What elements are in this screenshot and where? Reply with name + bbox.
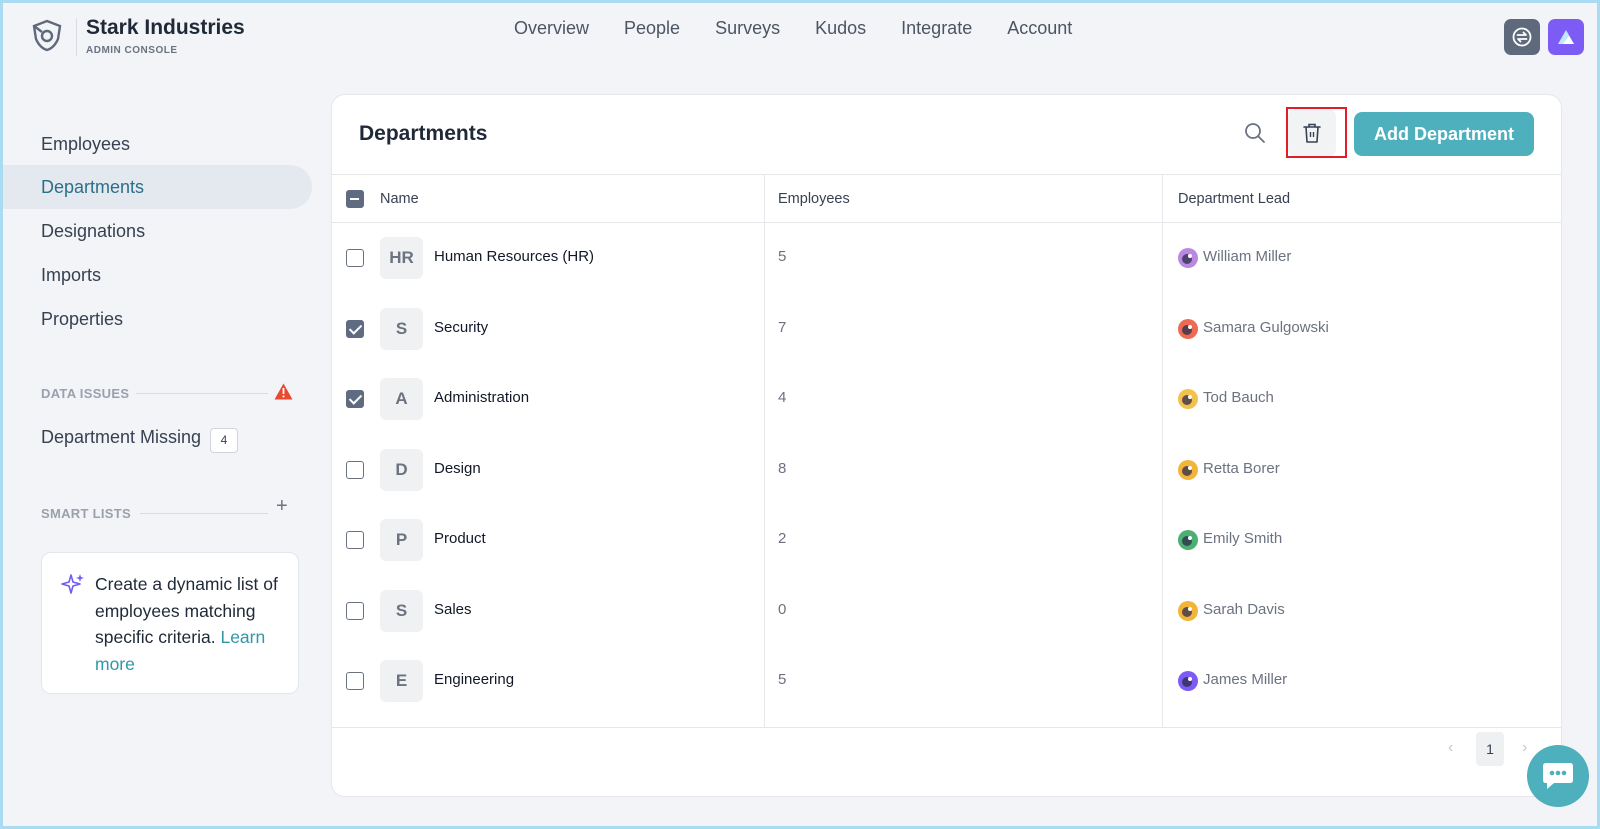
nav-people[interactable]: People bbox=[624, 18, 680, 39]
lead-avatar bbox=[1178, 530, 1198, 550]
search-icon[interactable] bbox=[1243, 121, 1267, 145]
employee-count: 2 bbox=[778, 530, 787, 547]
departments-card: Departments Add Department Name Employee… bbox=[331, 94, 1562, 797]
department-lead-name[interactable]: William Miller bbox=[1203, 248, 1291, 265]
column-header-name[interactable]: Name bbox=[380, 191, 419, 207]
department-name[interactable]: Administration bbox=[434, 389, 529, 406]
lead-avatar bbox=[1178, 671, 1198, 691]
top-navigation: Overview People Surveys Kudos Integrate … bbox=[514, 18, 1072, 39]
row-checkbox[interactable] bbox=[346, 601, 364, 620]
lead-avatar bbox=[1178, 459, 1198, 480]
select-all-checkbox[interactable] bbox=[346, 190, 364, 208]
nav-surveys[interactable]: Surveys bbox=[715, 18, 780, 39]
department-name[interactable]: Product bbox=[434, 530, 486, 547]
smart-list-card: Create a dynamic list of employees match… bbox=[41, 552, 299, 694]
chat-bubble-icon bbox=[1543, 763, 1573, 789]
row-checkbox[interactable] bbox=[346, 319, 364, 338]
department-lead-name[interactable]: Tod Bauch bbox=[1203, 389, 1274, 406]
row-checkbox[interactable] bbox=[346, 249, 364, 267]
department-name[interactable]: Security bbox=[434, 319, 488, 336]
nav-account[interactable]: Account bbox=[1007, 18, 1072, 39]
sidebar-item-employees[interactable]: Employees bbox=[0, 122, 312, 166]
warning-icon bbox=[274, 383, 293, 400]
add-smart-list-button[interactable]: + bbox=[276, 496, 288, 516]
department-initial-avatar: E bbox=[380, 660, 423, 702]
department-name[interactable]: Human Resources (HR) bbox=[434, 248, 594, 265]
employee-count: 5 bbox=[778, 248, 787, 265]
sidebar-item-designations[interactable]: Designations bbox=[0, 209, 312, 253]
employee-count: 7 bbox=[778, 318, 787, 336]
department-initial-avatar: D bbox=[380, 448, 423, 491]
row-checkbox[interactable] bbox=[346, 390, 364, 408]
sync-icon bbox=[1512, 27, 1532, 47]
nav-kudos[interactable]: Kudos bbox=[815, 18, 866, 39]
department-initial-avatar: A bbox=[380, 378, 423, 420]
brand-divider bbox=[76, 18, 77, 56]
table-row[interactable]: D Design 8 Retta Borer bbox=[332, 435, 1561, 505]
department-lead-name[interactable]: Retta Borer bbox=[1203, 460, 1280, 477]
department-lead-name[interactable]: James Miller bbox=[1203, 671, 1287, 688]
department-lead-name[interactable]: Emily Smith bbox=[1203, 530, 1282, 547]
table-row[interactable]: E Engineering 5 James Miller bbox=[332, 646, 1561, 716]
department-initial-avatar: S bbox=[380, 307, 423, 350]
lead-avatar bbox=[1178, 318, 1198, 339]
nav-overview[interactable]: Overview bbox=[514, 18, 589, 39]
chevron-left-icon[interactable]: ‹ bbox=[1448, 739, 1453, 757]
table-row[interactable]: A Administration 4 Tod Bauch bbox=[332, 364, 1561, 434]
user-avatar-button[interactable] bbox=[1548, 19, 1584, 55]
column-header-employees[interactable]: Employees bbox=[778, 191, 850, 207]
brand-name: Stark Industries bbox=[86, 16, 245, 39]
table-top-border bbox=[332, 174, 1561, 175]
row-checkbox[interactable] bbox=[346, 531, 364, 549]
chevron-right-icon[interactable]: › bbox=[1522, 739, 1527, 757]
add-department-button[interactable]: Add Department bbox=[1354, 112, 1534, 156]
trash-icon bbox=[1303, 123, 1321, 143]
department-missing-link[interactable]: Department Missing bbox=[41, 427, 201, 448]
department-missing-count: 4 bbox=[210, 428, 238, 453]
lead-avatar bbox=[1178, 248, 1198, 268]
department-lead-name[interactable]: Sarah Davis bbox=[1203, 601, 1285, 618]
chat-button[interactable] bbox=[1527, 745, 1589, 807]
employee-count: 8 bbox=[778, 459, 787, 477]
data-issues-divider bbox=[136, 393, 268, 394]
employee-count: 0 bbox=[778, 600, 787, 618]
sidebar-item-departments[interactable]: Departments bbox=[0, 165, 312, 209]
department-initial-avatar: HR bbox=[380, 237, 423, 279]
lead-avatar bbox=[1178, 389, 1198, 409]
data-issues-heading: DATA ISSUES bbox=[41, 386, 130, 401]
smart-lists-divider bbox=[140, 513, 268, 514]
row-checkbox[interactable] bbox=[346, 460, 364, 479]
table-bottom-border bbox=[332, 727, 1561, 728]
department-initial-avatar: P bbox=[380, 519, 423, 561]
avatar-mountain-icon bbox=[1558, 30, 1574, 44]
table-row[interactable]: HR Human Resources (HR) 5 William Miller bbox=[332, 223, 1561, 293]
page-number-button[interactable]: 1 bbox=[1476, 732, 1504, 766]
department-name[interactable]: Sales bbox=[434, 601, 472, 618]
smart-lists-heading: SMART LISTS bbox=[41, 506, 131, 521]
employee-count: 4 bbox=[778, 389, 787, 406]
sync-button[interactable] bbox=[1504, 19, 1540, 55]
sparkle-icon bbox=[61, 574, 84, 594]
department-initial-avatar: S bbox=[380, 589, 423, 632]
lead-avatar bbox=[1178, 600, 1198, 621]
smart-list-description: Create a dynamic list of employees match… bbox=[95, 571, 285, 677]
department-name[interactable]: Engineering bbox=[434, 671, 514, 688]
department-lead-name[interactable]: Samara Gulgowski bbox=[1203, 319, 1329, 336]
employee-count: 5 bbox=[778, 671, 787, 688]
sidebar-item-properties[interactable]: Properties bbox=[0, 297, 312, 341]
top-bar: Stark Industries ADMIN CONSOLE Overview … bbox=[0, 0, 1600, 64]
nav-integrate[interactable]: Integrate bbox=[901, 18, 972, 39]
column-header-department-lead[interactable]: Department Lead bbox=[1178, 191, 1290, 207]
delete-button[interactable] bbox=[1288, 109, 1336, 157]
department-name[interactable]: Design bbox=[434, 460, 481, 477]
page-title: Departments bbox=[359, 122, 488, 145]
table-row[interactable]: S Sales 0 Sarah Davis bbox=[332, 576, 1561, 646]
table-row[interactable]: S Security 7 Samara Gulgowski bbox=[332, 294, 1561, 364]
sidebar-item-imports[interactable]: Imports bbox=[0, 253, 312, 297]
brand-subtitle: ADMIN CONSOLE bbox=[86, 45, 178, 56]
brand-logo-icon[interactable] bbox=[30, 18, 64, 52]
table-row[interactable]: P Product 2 Emily Smith bbox=[332, 505, 1561, 575]
row-checkbox[interactable] bbox=[346, 672, 364, 690]
